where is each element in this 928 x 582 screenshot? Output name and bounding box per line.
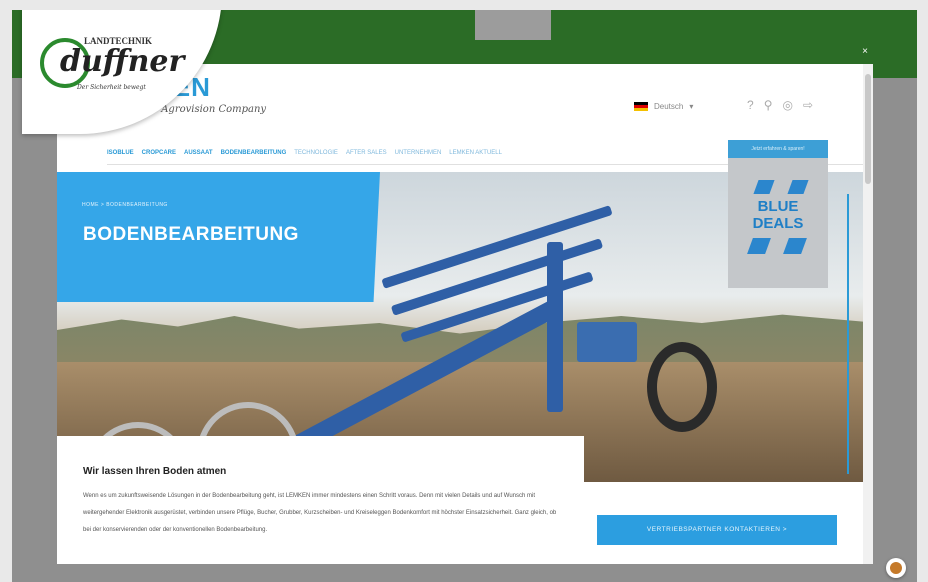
nav-item-isoblue[interactable]: ISOBLUE <box>107 150 134 156</box>
tractor-wheel <box>647 342 717 432</box>
nav-item-bodenbearbeitung[interactable]: BODENBEARBEITUNG <box>221 150 287 156</box>
german-flag-icon <box>634 102 648 111</box>
header-tab[interactable] <box>475 10 551 40</box>
section-body: Wenn es um zukunftsweisende Lösungen in … <box>83 493 557 533</box>
page-title: BODENBEARBEITUNG <box>83 224 299 245</box>
nav-item-aussaat[interactable]: AUSSAAT <box>184 150 213 156</box>
intro-section: Wir lassen Ihren Boden atmen Wenn es um … <box>57 436 584 564</box>
slider-indicator <box>847 194 849 474</box>
promo-shape <box>787 180 809 194</box>
cookie-icon[interactable] <box>886 558 906 578</box>
hero-title-panel: HOME > BODENBEARBEITUNG BODENBEARBEITUNG <box>57 172 380 302</box>
user-icon[interactable]: ◎ <box>782 98 792 112</box>
section-heading: Wir lassen Ihren Boden atmen <box>83 466 227 477</box>
plough-frame <box>547 242 563 412</box>
promo-shape <box>747 238 771 254</box>
chevron-down-icon: ▾ <box>689 102 694 111</box>
promo-shape <box>783 238 807 254</box>
scrollbar-thumb[interactable] <box>865 74 871 184</box>
info-icon[interactable]: ? <box>747 98 754 112</box>
close-icon[interactable]: × <box>859 46 871 58</box>
nav-item-cropcare[interactable]: CROPCARE <box>142 150 176 156</box>
nav-item-technologie[interactable]: TECHNOLOGIE <box>294 150 338 156</box>
cookie-icon-inner <box>890 562 902 574</box>
contact-dealer-button[interactable]: VERTRIEBSPARTNER KONTAKTIEREN > <box>597 515 837 545</box>
browser-frame: × EMKEN The Agrovision Company Deutsch ▾… <box>12 10 917 582</box>
blue-deals-banner[interactable]: Jetzt erfahren & sparen! BLUE DEALS <box>728 140 828 288</box>
dealer-slogan: Der Sicherheit bewegt <box>77 84 146 91</box>
promo-title: BLUE DEALS <box>752 198 804 232</box>
plough-frame <box>577 322 637 362</box>
breadcrumb[interactable]: HOME > BODENBEARBEITUNG <box>82 202 168 208</box>
header-icons: ? ⚲ ◎ ⇨ <box>747 98 813 112</box>
search-icon[interactable]: ⚲ <box>764 98 773 112</box>
language-label: Deutsch <box>654 102 684 111</box>
lemken-modal: EMKEN The Agrovision Company Deutsch ▾ ?… <box>57 64 873 564</box>
cart-icon[interactable]: ⇨ <box>803 98 813 112</box>
nav-item-lemken-aktuell[interactable]: LEMKEN AKTUELL <box>449 150 502 156</box>
language-selector[interactable]: Deutsch ▾ <box>634 102 693 111</box>
main-navigation: ISOBLUE CROPCARE AUSSAAT BODENBEARBEITUN… <box>107 150 502 156</box>
promo-top-text: Jetzt erfahren & sparen! <box>728 140 828 158</box>
dealer-name: duffner <box>60 44 185 79</box>
promo-shape <box>753 180 775 194</box>
nav-item-after-sales[interactable]: AFTER SALES <box>346 150 387 156</box>
nav-item-unternehmen[interactable]: UNTERNEHMEN <box>395 150 442 156</box>
